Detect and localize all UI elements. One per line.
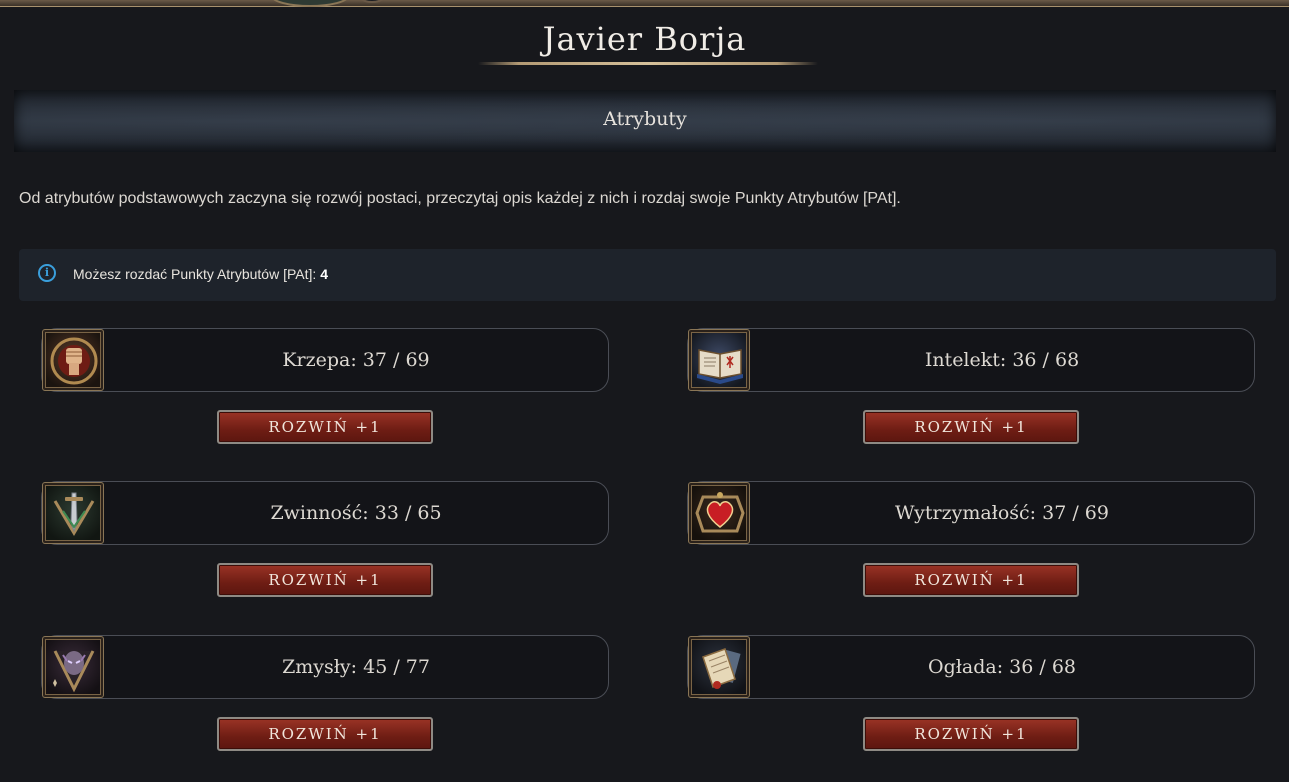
section-title: Atrybuty bbox=[603, 108, 687, 130]
develop-button[interactable]: ROZWIŃ +1 bbox=[217, 563, 433, 597]
title-wrap: Javier Borja bbox=[0, 20, 1289, 64]
top-frame bbox=[0, 0, 1289, 7]
attribute-label: Zwinność: 33 / 65 bbox=[270, 502, 442, 524]
attribute-bar: Intelekt: 36 / 68 bbox=[687, 328, 1255, 392]
info-icon: i bbox=[38, 264, 56, 282]
develop-button[interactable]: ROZWIŃ +1 bbox=[863, 717, 1079, 751]
mask-icon bbox=[42, 636, 104, 698]
attribute-label: Ogłada: 36 / 68 bbox=[928, 656, 1076, 678]
attribute-bar: Zmysły: 45 / 77 bbox=[41, 635, 609, 699]
title-underline bbox=[478, 62, 818, 65]
attribute-label: Wytrzymałość: 37 / 69 bbox=[895, 502, 1109, 524]
available-points: 4 bbox=[320, 266, 328, 282]
attribute-bar: Zwinność: 33 / 65 bbox=[41, 481, 609, 545]
attribute-label: Zmysły: 45 / 77 bbox=[282, 656, 430, 678]
fist-icon bbox=[42, 329, 104, 391]
top-ornament-icon bbox=[273, 0, 384, 7]
book-icon bbox=[688, 329, 750, 391]
intro-text: Od atrybutów podstawowych zaczyna się ro… bbox=[19, 190, 901, 207]
character-name: Javier Borja bbox=[542, 20, 747, 58]
section-banner: Atrybuty bbox=[14, 90, 1276, 152]
info-label: Możesz rozdać Punkty Atrybutów [PAt]: bbox=[73, 266, 317, 282]
attribute-bar: Krzepa: 37 / 69 bbox=[41, 328, 609, 392]
attribute-bar: Ogłada: 36 / 68 bbox=[687, 635, 1255, 699]
develop-button[interactable]: ROZWIŃ +1 bbox=[217, 717, 433, 751]
develop-button[interactable]: ROZWIŃ +1 bbox=[217, 410, 433, 444]
develop-button[interactable]: ROZWIŃ +1 bbox=[863, 563, 1079, 597]
develop-button[interactable]: ROZWIŃ +1 bbox=[863, 410, 1079, 444]
scroll-icon bbox=[688, 636, 750, 698]
attribute-label: Intelekt: 36 / 68 bbox=[924, 349, 1080, 371]
attribute-bar: Wytrzymałość: 37 / 69 bbox=[687, 481, 1255, 545]
attribute-label: Krzepa: 37 / 69 bbox=[282, 349, 430, 371]
heart-icon bbox=[688, 482, 750, 544]
info-alert: i Możesz rozdać Punkty Atrybutów [PAt]: … bbox=[19, 249, 1276, 301]
dagger-icon bbox=[42, 482, 104, 544]
info-text: Możesz rozdać Punkty Atrybutów [PAt]: 4 bbox=[73, 266, 328, 282]
